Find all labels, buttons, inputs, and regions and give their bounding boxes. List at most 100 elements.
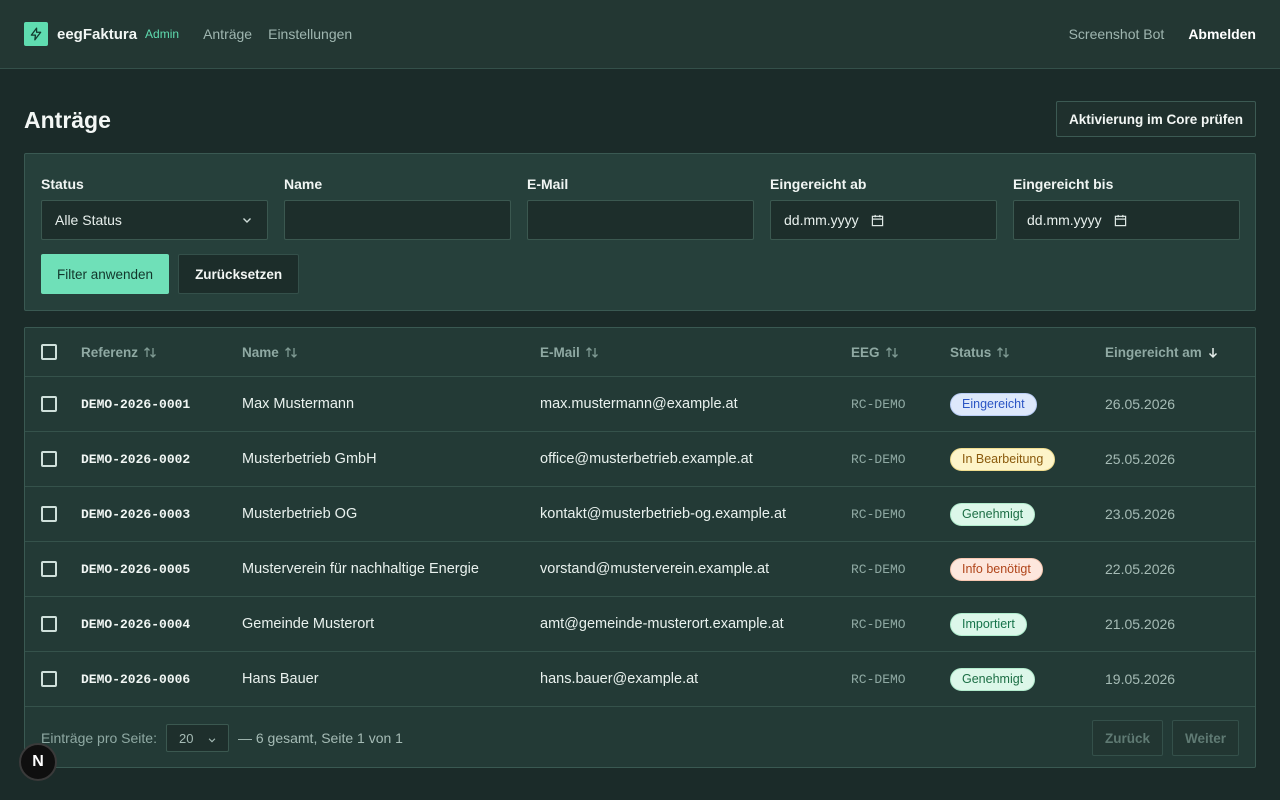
cell-date: 23.05.2026 — [1105, 487, 1175, 541]
row-checkbox[interactable] — [41, 616, 57, 632]
name-input[interactable] — [284, 200, 511, 240]
table-row[interactable]: DEMO-2026-0001 Max Mustermann max.musterma… — [25, 377, 1255, 432]
cell-date-text: 23.05.2026 — [1105, 506, 1176, 522]
cell-name: Hans Bauer — [242, 652, 319, 706]
sort-icon — [284, 346, 298, 359]
calendar-icon[interactable] — [1114, 214, 1127, 227]
cell-date-text: 25.05.2026 — [1105, 451, 1176, 467]
column-header-submitted[interactable]: Eingereicht am — [1105, 328, 1219, 376]
cell-name: Max Mustermann — [242, 377, 354, 431]
cell-eeg: RC-DEMO — [851, 487, 906, 541]
row-checkbox[interactable] — [41, 396, 57, 412]
status-badge: Importiert — [950, 612, 1027, 636]
cell-email: amt@gemeinde-musterort.example.at — [540, 597, 784, 651]
table-row[interactable]: DEMO-2026-0005 Musterverein für nachhalti… — [25, 542, 1255, 597]
status-badge: In Bearbeitung — [950, 447, 1056, 471]
cell-email-text: office@musterbetrieb.example.at — [540, 451, 753, 467]
cell-eeg-text: RC-DEMO — [851, 506, 906, 522]
cell-name: Musterverein für nachhaltige Energie — [242, 542, 479, 596]
check-activation-button[interactable]: Aktivierung im Core prüfen — [1055, 101, 1256, 137]
applications-table: Referenz Name E-Mail EEG Status Eingerei… — [24, 327, 1256, 768]
column-label: EEG — [851, 344, 880, 360]
cell-email-text: kontakt@musterbetrieb-og.example.at — [540, 506, 787, 522]
status-select[interactable]: Alle Status — [41, 200, 268, 240]
table-row[interactable]: DEMO-2026-0006 Hans Bauer hans.bauer@examp… — [25, 652, 1255, 707]
top-navigation: eegFaktura Admin Anträge Einstellungen S… — [0, 0, 1280, 69]
nav-link-einstellungen[interactable]: Einstellungen — [268, 26, 352, 42]
row-select-cell — [41, 542, 57, 596]
filter-panel: Status Alle Status Name E-Mail Eingereic… — [24, 153, 1256, 311]
cell-reference-text: DEMO-2026-0006 — [81, 671, 191, 687]
cell-status: Genehmigt — [950, 652, 1036, 706]
cell-email: hans.bauer@example.at — [540, 652, 698, 706]
select-all-cell — [41, 328, 57, 376]
status-select-value: Alle Status — [55, 212, 122, 228]
cell-date-text: 19.05.2026 — [1105, 671, 1176, 687]
sort-icon — [996, 346, 1010, 359]
row-select-cell — [41, 432, 57, 486]
cell-status: In Bearbeitung — [950, 432, 1056, 486]
row-checkbox[interactable] — [41, 561, 57, 577]
cell-date: 19.05.2026 — [1105, 652, 1175, 706]
cell-email-text: hans.bauer@example.at — [540, 671, 699, 687]
date-from-label: Eingereicht ab — [770, 176, 867, 192]
date-from-input[interactable]: dd.mm.yyyy — [770, 200, 997, 240]
date-to-field: Eingereicht bis dd.mm.yyyy — [1013, 176, 1240, 240]
cell-status: Info benötigt — [950, 542, 1043, 596]
email-label: E-Mail — [527, 176, 569, 192]
column-header-referenz[interactable]: Referenz — [81, 328, 157, 376]
cell-reference-text: DEMO-2026-0005 — [81, 561, 191, 577]
table-row[interactable]: DEMO-2026-0003 Musterbetrieb OG kontakt@mu… — [25, 487, 1255, 542]
next-page-button[interactable]: Weiter — [1171, 720, 1239, 756]
page-header: Anträge Aktivierung im Core prüfen — [24, 101, 1256, 137]
table-footer: Einträge pro Seite: 20 — 6 gesamt, Seite… — [25, 708, 1255, 767]
cell-status: Genehmigt — [950, 487, 1036, 541]
chevron-down-icon — [207, 733, 217, 748]
reset-filter-button[interactable]: Zurücksetzen — [178, 254, 300, 294]
filter-actions: Filter anwenden Zurücksetzen — [41, 254, 300, 294]
pagination-summary: — 6 gesamt, Seite 1 von 1 — [237, 730, 403, 746]
row-checkbox[interactable] — [41, 671, 57, 687]
cell-reference: DEMO-2026-0005 — [81, 542, 190, 596]
cell-name-text: Musterverein für nachhaltige Energie — [242, 561, 479, 577]
previous-page-button[interactable]: Zurück — [1091, 720, 1163, 756]
column-header-name[interactable]: Name — [242, 328, 298, 376]
cell-reference: DEMO-2026-0001 — [81, 377, 190, 431]
row-select-cell — [41, 652, 57, 706]
per-page-select[interactable]: 20 — [165, 724, 229, 752]
nav-link-antraege[interactable]: Anträge — [203, 26, 252, 42]
status-badge: Info benötigt — [950, 557, 1043, 581]
brand-name[interactable]: eegFaktura — [57, 26, 137, 43]
cell-status: Eingereicht — [950, 377, 1037, 431]
row-select-cell — [41, 377, 57, 431]
column-header-eeg[interactable]: EEG — [851, 328, 899, 376]
per-page-label: Einträge pro Seite: — [41, 730, 157, 746]
cell-eeg: RC-DEMO — [851, 432, 906, 486]
email-input[interactable] — [527, 200, 754, 240]
cell-email-text: vorstand@musterverein.example.at — [540, 561, 770, 577]
apply-filter-button[interactable]: Filter anwenden — [41, 254, 170, 294]
row-checkbox[interactable] — [41, 506, 57, 522]
cell-reference-text: DEMO-2026-0003 — [81, 506, 191, 522]
cell-reference: DEMO-2026-0004 — [81, 597, 190, 651]
lightning-icon[interactable] — [24, 22, 48, 46]
logout-button[interactable]: Abmelden — [1188, 26, 1256, 42]
column-header-status[interactable]: Status — [950, 328, 1010, 376]
cell-eeg-text: RC-DEMO — [851, 671, 906, 687]
row-checkbox[interactable] — [41, 451, 57, 467]
calendar-icon[interactable] — [871, 214, 884, 227]
column-header-email[interactable]: E-Mail — [540, 328, 599, 376]
cell-name-text: Musterbetrieb GmbH — [242, 451, 377, 467]
table-row[interactable]: DEMO-2026-0004 Gemeinde Musterort amt@geme… — [25, 597, 1255, 652]
cell-name-text: Gemeinde Musterort — [242, 616, 375, 632]
cell-reference-text: DEMO-2026-0001 — [81, 396, 191, 412]
cell-eeg-text: RC-DEMO — [851, 451, 906, 467]
sort-icon — [143, 346, 157, 359]
select-all-checkbox[interactable] — [41, 344, 57, 360]
date-to-input[interactable]: dd.mm.yyyy — [1013, 200, 1240, 240]
table-row[interactable]: DEMO-2026-0002 Musterbetrieb GmbH office@m… — [25, 432, 1255, 487]
filter-fields: Status Alle Status Name E-Mail Eingereic… — [41, 176, 1240, 240]
cell-email: max.mustermann@example.at — [540, 377, 738, 431]
sort-icon — [885, 346, 899, 359]
dev-tools-badge[interactable]: N — [19, 743, 57, 781]
